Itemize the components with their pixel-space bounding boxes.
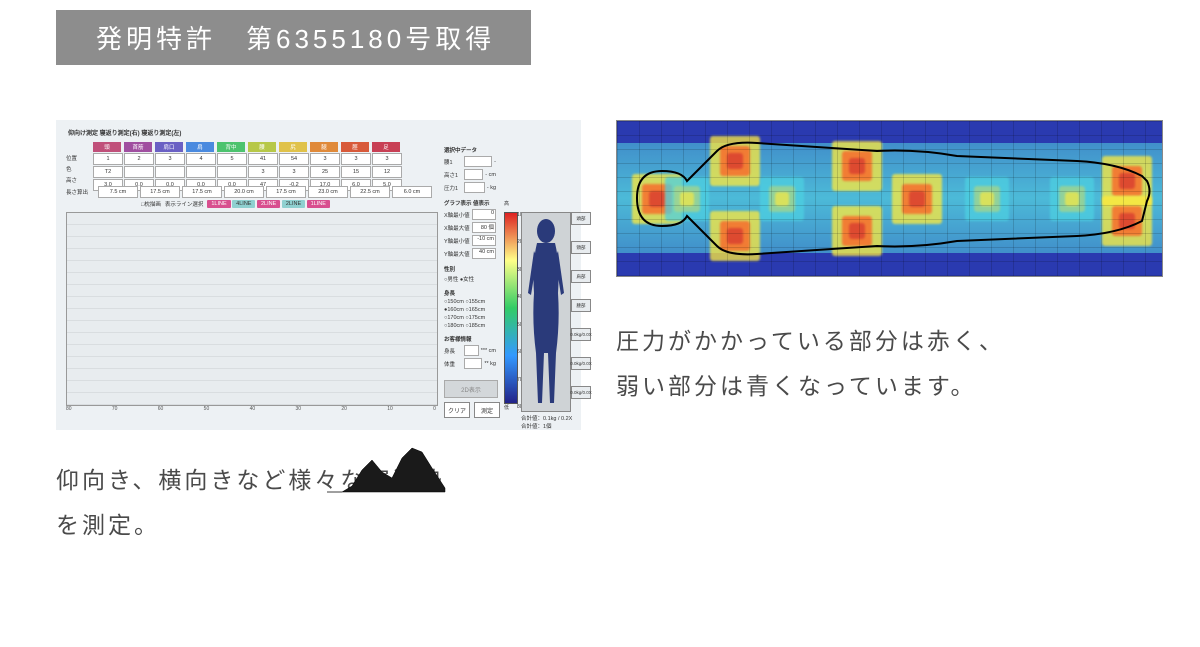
left-caption: 仰向き、横向きなど様々な寝姿勢 を測定。 bbox=[56, 458, 581, 548]
measure-button[interactable]: 測定 bbox=[474, 402, 500, 418]
toolbar-line-btn[interactable]: 2LINE bbox=[257, 200, 280, 208]
right-caption-line1: 圧力がかかっている部分は赤く、 bbox=[616, 328, 1005, 354]
toolbar-line-btn[interactable]: 2LINE bbox=[282, 200, 305, 208]
right-caption-line2: 弱い部分は青くなっています。 bbox=[616, 373, 977, 399]
segment-table: 位置色高さ頭1T23.0首筋20.0肩口30.0肩40.0背中50.0腰4134… bbox=[66, 142, 402, 191]
region-button[interactable]: 頭部 bbox=[571, 212, 591, 225]
clear-button[interactable]: クリア bbox=[444, 402, 470, 418]
pressure-heatmap bbox=[616, 120, 1163, 277]
region-button[interactable]: 腰部 bbox=[571, 299, 591, 312]
pillow-checkbox[interactable]: □枕描画 bbox=[141, 200, 161, 208]
region-button[interactable]: 肩部 bbox=[571, 270, 591, 283]
region-button[interactable]: 0.0kg/0.0X bbox=[571, 357, 591, 370]
btn-2d[interactable]: 2D表示 bbox=[444, 380, 498, 398]
silhouette-buttons: 頭部頸部肩部腰部 0.0kg/0.0X 0.0kg/0.0X 0.0kg/0.0X bbox=[571, 212, 591, 399]
line-select-label: 表示ライン選択 bbox=[165, 200, 204, 208]
toolbar: □枕描画 表示ライン選択 1LINE 4LINE 2LINE 2LINE 1LI… bbox=[141, 200, 330, 208]
profile-chart bbox=[66, 212, 438, 406]
heatmap-body-outline bbox=[617, 121, 1162, 276]
x-axis-ticks: 80706050403020100 bbox=[66, 406, 436, 412]
right-caption: 圧力がかかっている部分は赤く、 弱い部分は青くなっています。 bbox=[616, 319, 1161, 409]
left-column: 仰向け測定 寝返り測定(右) 寝返り測定(左) 位置色高さ頭1T23.0首筋20… bbox=[56, 120, 581, 548]
profile-curve bbox=[327, 438, 447, 493]
body-silhouette bbox=[521, 212, 571, 412]
pressure-gauge bbox=[504, 212, 518, 404]
left-caption-line2: を測定。 bbox=[56, 512, 160, 538]
right-column: 圧力がかかっている部分は赤く、 弱い部分は青くなっています。 bbox=[616, 120, 1161, 409]
measurement-software-screenshot: 仰向け測定 寝返り測定(右) 寝返り測定(左) 位置色高さ頭1T23.0首筋20… bbox=[56, 120, 581, 430]
length-row: 長さ算出7.5 cm17.5 cm17.5 cm20.0 cm17.5 cm23… bbox=[66, 186, 432, 198]
side-panel: 選択中データ腰1-高さ1- cm圧力1- kgグラフ表示 値表示X軸最小値0X軸… bbox=[444, 142, 496, 369]
toolbar-line-btn[interactable]: 4LINE bbox=[232, 200, 255, 208]
patent-banner-text: 発明特許 第6355180号取得 bbox=[96, 19, 495, 56]
toolbar-line-btn[interactable]: 1LINE bbox=[307, 200, 330, 208]
region-button[interactable]: 頸部 bbox=[571, 241, 591, 254]
region-button[interactable]: 0.0kg/0.0X bbox=[571, 328, 591, 341]
action-buttons: クリア 測定 bbox=[444, 402, 500, 418]
region-button[interactable]: 0.0kg/0.0X bbox=[571, 386, 591, 399]
summary-footer: 合計値：0.1kg / 0.2X合計値：1個 bbox=[521, 414, 572, 430]
gauge-low: 低 bbox=[504, 404, 509, 411]
patent-banner: 発明特許 第6355180号取得 bbox=[56, 10, 531, 65]
toolbar-line-btn[interactable]: 1LINE bbox=[207, 200, 230, 208]
software-title: 仰向け測定 寝返り測定(右) 寝返り測定(左) bbox=[68, 128, 181, 137]
gauge-high: 高 bbox=[504, 200, 509, 207]
